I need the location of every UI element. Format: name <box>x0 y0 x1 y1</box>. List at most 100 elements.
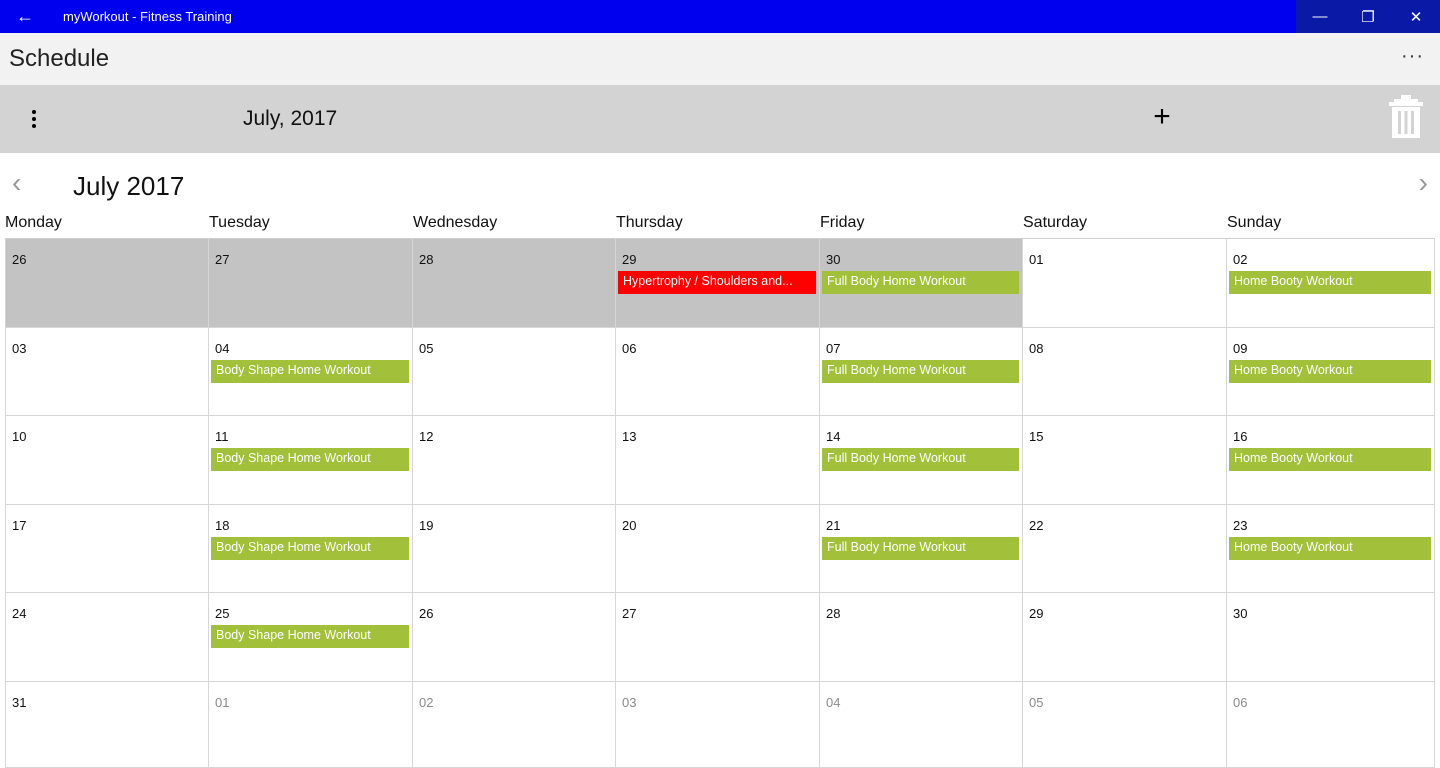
day-number: 13 <box>622 429 637 444</box>
day-number: 05 <box>419 341 434 356</box>
workout-event[interactable]: Home Booty Workout <box>1229 537 1431 560</box>
day-number: 28 <box>826 606 841 621</box>
day-number: 26 <box>419 606 434 621</box>
workout-event[interactable]: Body Shape Home Workout <box>211 625 409 648</box>
day-number: 25 <box>215 606 230 621</box>
calendar-day-cell[interactable]: 05 <box>413 328 616 416</box>
day-number: 02 <box>1233 252 1248 267</box>
restore-icon[interactable]: ❐ <box>1344 0 1392 33</box>
day-number: 26 <box>12 252 27 267</box>
calendar-day-cell[interactable]: 10 <box>5 416 209 505</box>
calendar-day-cell[interactable]: 28 <box>413 239 616 328</box>
close-icon[interactable]: ✕ <box>1392 0 1440 33</box>
calendar-day-cell[interactable]: 14 Full Body Home Workout <box>820 416 1023 505</box>
day-number: 02 <box>419 695 434 710</box>
weekday-header: Monday Tuesday Wednesday Thursday Friday Satu… <box>0 211 1440 239</box>
calendar-day-cell[interactable]: 11 Body Shape Home Workout <box>209 416 413 505</box>
calendar-day-cell[interactable]: 06 <box>616 328 820 416</box>
calendar-day-cell[interactable]: 01 <box>1023 239 1227 328</box>
calendar-day-cell[interactable]: 19 <box>413 505 616 593</box>
calendar-day-cell[interactable]: 22 <box>1023 505 1227 593</box>
calendar-day-cell[interactable]: 21 Full Body Home Workout <box>820 505 1023 593</box>
day-number: 14 <box>826 429 841 444</box>
workout-event[interactable]: Full Body Home Workout <box>822 448 1019 471</box>
workout-event[interactable]: Home Booty Workout <box>1229 360 1431 383</box>
workout-event[interactable]: Full Body Home Workout <box>822 271 1019 294</box>
calendar-day-cell[interactable]: 08 <box>1023 328 1227 416</box>
calendar-navigation: ‹ July 2017 › <box>0 153 1440 211</box>
workout-event[interactable]: Home Booty Workout <box>1229 448 1431 471</box>
more-options-icon[interactable]: ··· <box>1401 45 1424 68</box>
previous-month-icon[interactable]: ‹ <box>12 167 21 199</box>
calendar-day-cell[interactable]: 20 <box>616 505 820 593</box>
calendar-day-cell[interactable]: 12 <box>413 416 616 505</box>
calendar-day-cell[interactable]: 16 Home Booty Workout <box>1227 416 1435 505</box>
vertical-menu-icon[interactable] <box>22 103 46 135</box>
day-number: 27 <box>215 252 230 267</box>
calendar-title: July 2017 <box>73 171 185 201</box>
day-number: 06 <box>1233 695 1248 710</box>
calendar-day-cell[interactable]: 04 Body Shape Home Workout <box>209 328 413 416</box>
workout-event[interactable]: Full Body Home Workout <box>822 537 1019 560</box>
calendar-day-cell[interactable]: 30 <box>1227 593 1435 682</box>
toolbar-month-label: July, 2017 <box>243 107 338 130</box>
day-number: 07 <box>826 341 841 356</box>
calendar-day-cell[interactable]: 30 Full Body Home Workout <box>820 239 1023 328</box>
calendar-day-cell[interactable]: 13 <box>616 416 820 505</box>
calendar-grid: 26 27 28 29 Hypertrophy / Shoulders and... 30… <box>5 238 1435 768</box>
day-number: 30 <box>826 252 841 267</box>
calendar-day-cell[interactable]: 25 Body Shape Home Workout <box>209 593 413 682</box>
calendar-day-cell[interactable]: 03 <box>616 682 820 768</box>
day-number: 21 <box>826 518 841 533</box>
calendar-day-cell[interactable]: 31 <box>5 682 209 768</box>
day-number: 01 <box>1029 252 1044 267</box>
calendar-day-cell[interactable]: 18 Body Shape Home Workout <box>209 505 413 593</box>
calendar-day-cell[interactable]: 15 <box>1023 416 1227 505</box>
page-header: Schedule ··· <box>0 33 1440 85</box>
day-number: 23 <box>1233 518 1248 533</box>
day-number: 24 <box>12 606 27 621</box>
day-number: 30 <box>1233 606 1248 621</box>
calendar-day-cell[interactable]: 02 Home Booty Workout <box>1227 239 1435 328</box>
calendar-day-cell[interactable]: 02 <box>413 682 616 768</box>
calendar-day-cell[interactable]: 04 <box>820 682 1023 768</box>
day-number: 04 <box>215 341 230 356</box>
day-number: 20 <box>622 518 637 533</box>
calendar-day-cell[interactable]: 29 Hypertrophy / Shoulders and... <box>616 239 820 328</box>
calendar-day-cell[interactable]: 27 <box>616 593 820 682</box>
calendar-day-cell[interactable]: 26 <box>413 593 616 682</box>
calendar-day-cell[interactable]: 28 <box>820 593 1023 682</box>
workout-event[interactable]: Body Shape Home Workout <box>211 537 409 560</box>
day-number: 15 <box>1029 429 1044 444</box>
workout-event[interactable]: Hypertrophy / Shoulders and... <box>618 271 816 294</box>
calendar-day-cell[interactable]: 26 <box>5 239 209 328</box>
calendar-day-cell[interactable]: 07 Full Body Home Workout <box>820 328 1023 416</box>
calendar-day-cell[interactable]: 23 Home Booty Workout <box>1227 505 1435 593</box>
workout-event[interactable]: Body Shape Home Workout <box>211 448 409 471</box>
calendar-day-cell[interactable]: 27 <box>209 239 413 328</box>
day-number: 17 <box>12 518 27 533</box>
add-icon[interactable]: + <box>1148 97 1176 137</box>
day-number: 03 <box>622 695 637 710</box>
minimize-icon[interactable]: — <box>1296 0 1344 33</box>
calendar-day-cell[interactable]: 24 <box>5 593 209 682</box>
calendar-day-cell[interactable]: 05 <box>1023 682 1227 768</box>
weekday-label: Wednesday <box>413 214 498 231</box>
calendar-day-cell[interactable]: 29 <box>1023 593 1227 682</box>
day-number: 09 <box>1233 341 1248 356</box>
calendar-day-cell[interactable]: 17 <box>5 505 209 593</box>
trash-icon[interactable] <box>1388 94 1424 140</box>
next-month-icon[interactable]: › <box>1419 167 1428 199</box>
weekday-label: Tuesday <box>209 214 270 231</box>
weekday-label: Saturday <box>1023 214 1088 231</box>
workout-event[interactable]: Home Booty Workout <box>1229 271 1431 294</box>
calendar-day-cell[interactable]: 01 <box>209 682 413 768</box>
workout-event[interactable]: Body Shape Home Workout <box>211 360 409 383</box>
calendar-day-cell[interactable]: 03 <box>5 328 209 416</box>
back-arrow-icon[interactable]: ← <box>0 0 50 33</box>
day-number: 06 <box>622 341 637 356</box>
day-number: 04 <box>826 695 841 710</box>
calendar-day-cell[interactable]: 09 Home Booty Workout <box>1227 328 1435 416</box>
calendar-day-cell[interactable]: 06 <box>1227 682 1435 768</box>
workout-event[interactable]: Full Body Home Workout <box>822 360 1019 383</box>
